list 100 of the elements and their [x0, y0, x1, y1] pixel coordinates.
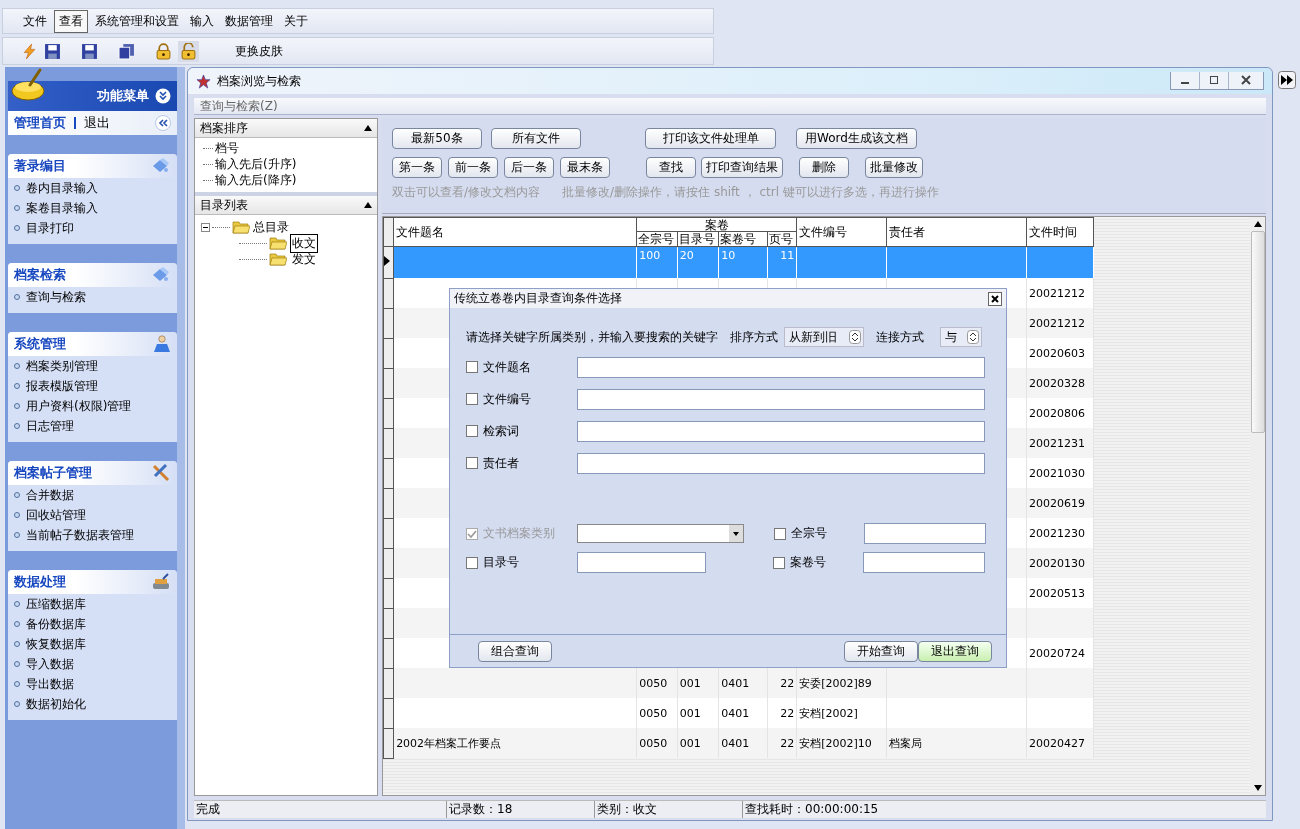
action-button[interactable]: 最末条 [560, 157, 610, 178]
action-button[interactable]: 打印查询结果 [701, 157, 783, 178]
sidebar-item[interactable]: 目录打印 [8, 218, 177, 238]
collapse-icon[interactable] [155, 115, 171, 131]
maximize-button[interactable] [1200, 72, 1228, 89]
dialog-button[interactable]: 组合查询 [478, 640, 552, 662]
action-button[interactable]: 后一条 [504, 157, 554, 178]
collapse-icon[interactable] [155, 88, 171, 104]
collapse-icon[interactable] [364, 125, 372, 131]
sidebar-item[interactable]: 导出数据 [8, 674, 177, 694]
save-icon[interactable] [81, 42, 98, 60]
sidebar-item[interactable]: 当前帖子数据表管理 [8, 525, 177, 545]
action-button[interactable]: 用Word生成该文档 [796, 128, 917, 149]
sort-option[interactable]: 输入先后(升序) [215, 155, 297, 173]
menu-item[interactable]: 关于 [280, 10, 312, 32]
dialog-button[interactable]: 退出查询 [918, 640, 992, 662]
sidebar-item[interactable]: 卷内目录输入 [8, 178, 177, 198]
sidebar-item[interactable]: 档案类别管理 [8, 356, 177, 376]
sidebar-item[interactable]: 备份数据库 [8, 614, 177, 634]
sidebar-item[interactable]: 案卷目录输入 [8, 198, 177, 218]
sidebar-item[interactable]: 合并数据 [8, 485, 177, 505]
sidebar-item[interactable]: 用户资料(权限)管理 [8, 396, 177, 416]
change-skin-button[interactable]: 更换皮肤 [235, 42, 283, 60]
menu-item[interactable]: 系统管理和设置 [91, 10, 183, 32]
sidebar-item[interactable]: 报表模版管理 [8, 376, 177, 396]
sidebar-item[interactable]: 压缩数据库 [8, 594, 177, 614]
tree-item[interactable]: 总目录 [253, 218, 289, 236]
dialog-button[interactable]: 开始查询 [844, 640, 918, 662]
scroll-down-icon[interactable] [1253, 785, 1262, 791]
checkbox[interactable] [774, 527, 786, 540]
sidebar-item[interactable]: 恢复数据库 [8, 634, 177, 654]
sort-option[interactable]: 输入先后(降序) [215, 171, 297, 189]
action-button[interactable]: 最新50条 [392, 128, 482, 149]
join-select[interactable]: 与 [940, 327, 982, 347]
close-button[interactable] [988, 291, 1002, 306]
checkbox-label[interactable]: 目录号 [483, 554, 519, 571]
action-button[interactable]: 查找 [646, 157, 696, 178]
sidebar-item[interactable]: 数据初始化 [8, 694, 177, 714]
checkbox[interactable] [466, 556, 478, 569]
action-button[interactable]: 所有文件 [491, 128, 581, 149]
lightning-icon[interactable] [21, 42, 38, 60]
sidebar-item[interactable]: 回收站管理 [8, 505, 177, 525]
minimize-button[interactable] [1171, 72, 1199, 89]
action-button[interactable]: 删除 [799, 157, 849, 178]
input-field[interactable] [577, 552, 706, 573]
menu-item[interactable]: 文件 [19, 10, 51, 32]
checkbox[interactable] [466, 457, 478, 469]
input-field[interactable] [863, 552, 985, 573]
action-button[interactable]: 第一条 [392, 157, 442, 178]
scroll-up-icon[interactable] [1253, 221, 1262, 227]
collapse-icon[interactable] [364, 202, 372, 208]
copy-icon[interactable] [118, 42, 135, 60]
checkbox-label[interactable]: 全宗号 [791, 525, 827, 542]
action-button[interactable]: 批量修改 [865, 157, 923, 178]
checkbox-label[interactable]: 文件题名 [483, 358, 531, 376]
tree-item[interactable]: 收文 [290, 233, 318, 253]
checkbox[interactable] [466, 425, 478, 437]
column-header[interactable]: 责任者 [886, 217, 1027, 247]
fast-forward-button[interactable] [1277, 71, 1296, 89]
scrollbar[interactable] [1250, 217, 1265, 795]
checkbox-label[interactable]: 检索词 [483, 422, 519, 440]
sidebar-item[interactable]: 查询与检索 [8, 287, 177, 307]
checkbox[interactable] [466, 361, 478, 373]
action-button[interactable]: 前一条 [448, 157, 498, 178]
column-header[interactable]: 文件题名 [393, 217, 637, 247]
action-button[interactable]: 打印该文件处理单 [645, 128, 776, 149]
column-header[interactable]: 文件编号 [796, 217, 887, 247]
sort-option[interactable]: 档号 [215, 139, 239, 157]
spinner-icon[interactable] [967, 330, 979, 344]
home-link[interactable]: 管理首页 [14, 114, 66, 132]
save-icon[interactable] [44, 42, 61, 60]
input-field[interactable] [577, 452, 985, 474]
logout-link[interactable]: 退出 [84, 114, 110, 132]
menu-item[interactable]: 查看 [54, 9, 88, 33]
sidebar-item[interactable]: 导入数据 [8, 654, 177, 674]
sort-select[interactable]: 从新到旧 [784, 327, 864, 347]
spinner-icon[interactable] [849, 330, 861, 344]
menu-item[interactable]: 输入 [186, 10, 218, 32]
unlock-icon[interactable] [178, 40, 199, 62]
checkbox[interactable] [466, 393, 478, 405]
table-row[interactable]: 2002年档案工作要点 0050 001 0401 22 安档[2002]10 档案局 20020427 [383, 728, 1094, 758]
table-cell: 0050 [639, 676, 668, 690]
lock-icon[interactable] [155, 42, 172, 60]
input-field[interactable] [864, 523, 986, 544]
collapse-toggle-icon[interactable] [201, 222, 210, 232]
table-cell: 20021231 [1029, 436, 1086, 450]
close-button[interactable] [1229, 72, 1263, 89]
table-row[interactable]: 0050 001 0401 22 安委[2002]89 [383, 668, 1094, 698]
table-row[interactable]: 0050 001 0401 22 安档[2002] [383, 698, 1094, 728]
checkbox-label[interactable]: 文件编号 [483, 390, 531, 408]
column-header[interactable]: 文件时间 [1026, 217, 1094, 247]
input-field[interactable] [577, 388, 985, 410]
sidebar-item[interactable]: 日志管理 [8, 416, 177, 436]
menu-item[interactable]: 查询与检索(Z) [200, 97, 278, 115]
input-field[interactable] [577, 420, 985, 442]
checkbox-label[interactable]: 案卷号 [790, 554, 826, 571]
checkbox-label[interactable]: 责任者 [483, 454, 519, 472]
input-field[interactable] [577, 356, 985, 378]
menu-item[interactable]: 数据管理 [221, 10, 277, 32]
checkbox[interactable] [773, 556, 785, 569]
